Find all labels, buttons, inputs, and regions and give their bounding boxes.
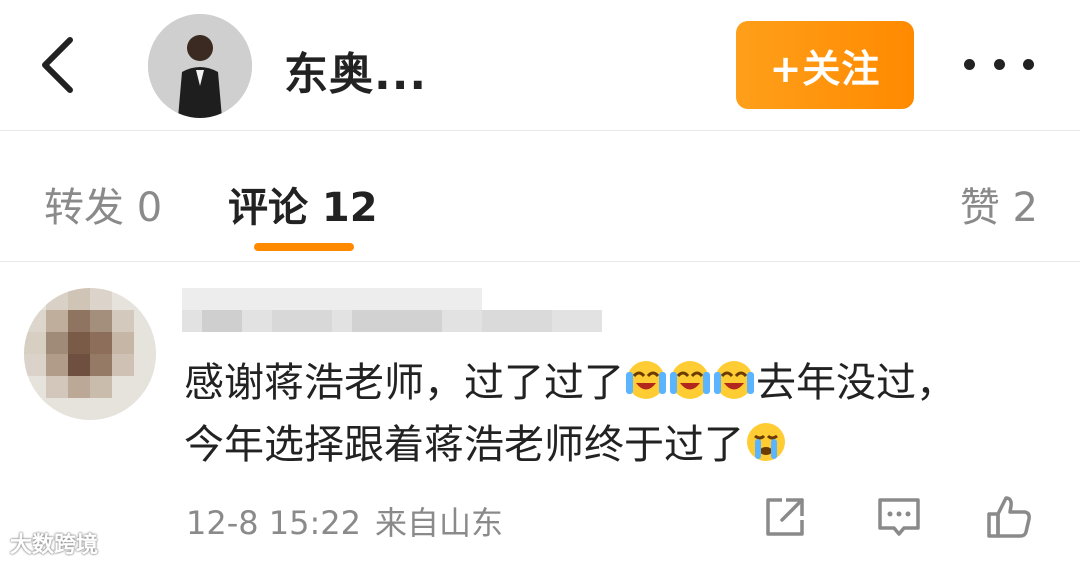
watermark-text: 大数跨境 [10, 533, 99, 558]
more-icon[interactable] [964, 44, 1034, 84]
laugh-cry-emoji [712, 358, 756, 402]
comment-line1-start: 感谢蒋浩老师，过了过了 [184, 360, 624, 406]
tab-repost[interactable]: 转发 0 [44, 175, 162, 233]
crying-emoji [744, 420, 788, 464]
comment-meta: 12-8 15:22 来自山东 [186, 498, 503, 544]
tab-divider [0, 261, 1080, 262]
comment-text: 感谢蒋浩老师，过了过了 去年没过， 今年选择跟着蒋浩老师终于过了 [184, 352, 1044, 476]
watermark-logo: 大数跨境 [10, 527, 98, 559]
comment-line1-end: 去年没过， [756, 360, 956, 406]
back-icon[interactable] [30, 30, 90, 100]
follow-button[interactable]: +关注 [736, 21, 914, 109]
username[interactable]: 东奥... [284, 38, 427, 102]
commenter-name-blurred[interactable] [182, 288, 602, 334]
like-icon[interactable] [984, 492, 1034, 542]
header-bar: 东奥... +关注 [0, 0, 1080, 130]
tab-bar: 转发 0 评论 12 赞 2 [0, 131, 1080, 261]
avatar[interactable] [148, 14, 252, 118]
tab-like[interactable]: 赞 2 [960, 175, 1038, 233]
laugh-cry-emoji [668, 358, 712, 402]
comment-line2: 今年选择跟着蒋浩老师终于过了 [184, 422, 744, 468]
commenter-avatar[interactable] [24, 288, 156, 420]
share-icon[interactable] [760, 492, 810, 542]
comment-icon[interactable] [874, 492, 924, 542]
laugh-cry-emoji [624, 358, 668, 402]
tab-comment[interactable]: 评论 12 [228, 175, 378, 233]
active-tab-indicator [254, 243, 354, 251]
comment-timestamp: 12-8 15:22 [186, 504, 362, 542]
comment-location: 来自山东 [375, 504, 504, 542]
